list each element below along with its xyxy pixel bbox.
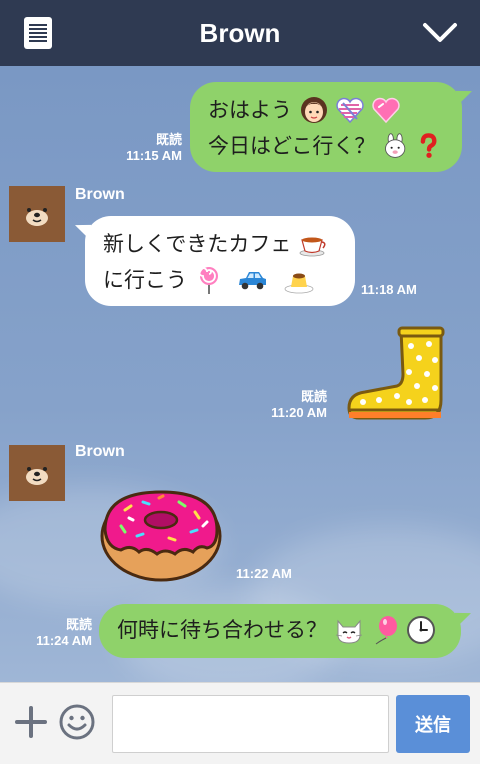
avatar[interactable]	[9, 186, 65, 242]
red-question-icon	[420, 133, 437, 158]
message-time: 11:15 AM	[126, 148, 182, 163]
message-text: 今日はどこ行く？	[208, 134, 376, 158]
message-bubble[interactable]: おはよう 今日はどこ行く？	[190, 82, 462, 172]
smiley-icon[interactable]	[58, 703, 96, 741]
message-time: 11:18 AM	[361, 282, 417, 297]
striped-heart-icon	[336, 97, 364, 124]
plus-icon[interactable]	[14, 705, 48, 739]
pudding-icon	[284, 273, 314, 294]
girl-face-icon	[301, 97, 327, 123]
message-bubble[interactable]: 新しくできたカフェ に行こう	[85, 216, 355, 306]
white-cat-icon	[335, 619, 363, 644]
yellow-rain-boot-sticker[interactable]	[345, 326, 457, 426]
message-bubble[interactable]: 何時に待ち合わせる？	[99, 604, 461, 658]
blue-car-icon	[239, 272, 266, 290]
message-meta: 既読 11:20 AM	[255, 389, 327, 421]
message-time: 11:24 AM	[36, 633, 92, 648]
brown-bear-icon	[9, 445, 65, 501]
message-text: 新しくできたカフェ	[103, 232, 292, 256]
note-list-icon[interactable]	[24, 17, 52, 49]
message-time: 11:22 AM	[236, 566, 292, 581]
message-meta: 既読 11:24 AM	[20, 617, 92, 649]
lollipop-icon	[198, 267, 218, 294]
read-status: 既読	[65, 617, 92, 632]
sender-name: Brown	[75, 443, 125, 460]
message-meta: 11:18 AM	[361, 282, 417, 298]
message-meta: 11:22 AM	[236, 566, 292, 582]
send-button[interactable]: 送信	[396, 695, 470, 753]
read-status: 既読	[155, 132, 182, 147]
message-input[interactable]	[112, 695, 389, 753]
sender-name: Brown	[75, 186, 125, 203]
message-text: に行こう	[103, 268, 187, 292]
teacup-icon	[299, 237, 326, 257]
chat-area[interactable]: 既読 11:15 AM おはよう 今日はどこ行く？ Brown 新しくできたカフ…	[0, 66, 480, 682]
pink-heart-icon	[372, 97, 400, 124]
chevron-down-icon[interactable]	[422, 20, 458, 46]
pink-donut-sticker[interactable]	[99, 486, 223, 582]
avatar[interactable]	[9, 445, 65, 501]
pink-balloon-icon	[375, 616, 397, 645]
message-input-bar: 送信	[0, 682, 480, 764]
clock-icon	[407, 616, 435, 644]
chat-title: Brown	[199, 17, 281, 48]
chat-header: Brown	[0, 0, 480, 66]
message-text: おはよう	[208, 98, 292, 122]
cony-bunny-icon	[385, 133, 406, 158]
read-status: 既読	[300, 389, 327, 404]
message-text: 何時に待ち合わせる？	[117, 618, 327, 642]
message-meta: 既読 11:15 AM	[110, 132, 182, 164]
message-time: 11:20 AM	[271, 405, 327, 420]
brown-bear-icon	[9, 186, 65, 242]
